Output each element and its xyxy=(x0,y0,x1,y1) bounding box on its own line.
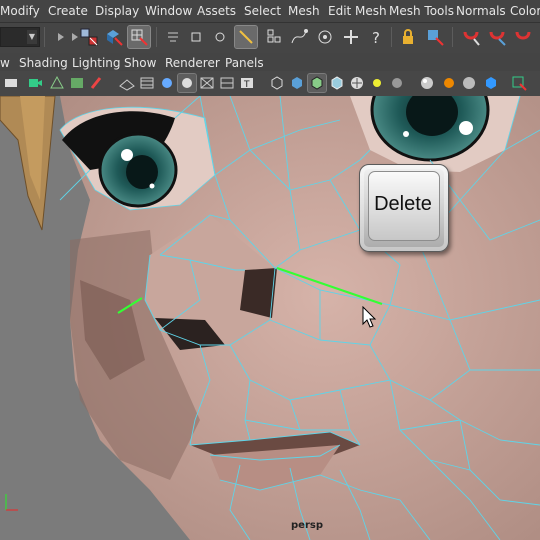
magnet-snap-icon[interactable] xyxy=(512,26,534,48)
mode-dropdown[interactable]: ▼ xyxy=(0,27,40,47)
safe-action-icon[interactable] xyxy=(218,74,236,92)
select-lock-icon[interactable] xyxy=(424,26,446,48)
lock-icon[interactable] xyxy=(397,26,419,48)
mouse-cursor-icon xyxy=(362,306,377,328)
menu-display[interactable]: Display xyxy=(95,4,139,18)
grid-icon[interactable] xyxy=(118,74,136,92)
square-icon[interactable] xyxy=(185,26,207,48)
xray-icon[interactable] xyxy=(418,74,436,92)
select-by-object-type-icon[interactable] xyxy=(103,26,125,48)
snap-to-curve-icon[interactable] xyxy=(288,26,310,48)
separator xyxy=(44,27,45,47)
panel-toolbar: T xyxy=(0,71,540,97)
face-select-icon[interactable] xyxy=(262,26,284,48)
face-mesh[interactable] xyxy=(0,96,540,540)
circle-icon[interactable] xyxy=(209,26,231,48)
camera-label: persp xyxy=(291,520,323,531)
edge-select-icon[interactable] xyxy=(234,25,258,49)
field-chart-icon[interactable] xyxy=(198,74,216,92)
menu-window[interactable]: Window xyxy=(145,4,192,18)
panel-menu-lighting[interactable]: Lighting xyxy=(72,56,121,70)
separator xyxy=(391,27,392,47)
panel-menubar: w Shading Lighting Show Renderer Panels xyxy=(0,53,540,71)
axis-gizmo xyxy=(5,494,18,511)
perspective-viewport[interactable]: persp Delete xyxy=(0,96,540,540)
xray-components-icon[interactable] xyxy=(460,74,478,92)
smooth-shade-icon[interactable] xyxy=(288,74,306,92)
film-gate-icon[interactable] xyxy=(138,74,156,92)
delete-key-overlay: Delete xyxy=(359,164,449,252)
menu-color[interactable]: Color xyxy=(510,4,540,18)
menu-create[interactable]: Create xyxy=(48,4,88,18)
magnet-snap-icon[interactable] xyxy=(460,26,482,48)
menu-edit-mesh[interactable]: Edit Mesh xyxy=(328,4,387,18)
chevron-down-icon: ▼ xyxy=(27,30,37,44)
resolution-gate-icon[interactable] xyxy=(158,74,176,92)
gate-mask-icon[interactable] xyxy=(177,73,197,93)
use-all-lights-icon[interactable] xyxy=(368,74,386,92)
svg-text:T: T xyxy=(243,80,250,90)
select-camera-icon[interactable] xyxy=(510,74,528,92)
image-plane-icon[interactable] xyxy=(68,74,86,92)
help-icon[interactable]: ? xyxy=(366,26,388,48)
textured-icon[interactable] xyxy=(348,74,366,92)
collapse-arrow-icon[interactable] xyxy=(50,26,64,48)
menu-mesh-tools[interactable]: Mesh Tools xyxy=(389,4,454,18)
panel-menu-renderer[interactable]: Renderer xyxy=(165,56,220,70)
menu-select[interactable]: Select xyxy=(244,4,281,18)
bookmark-icon[interactable] xyxy=(48,74,66,92)
separator xyxy=(156,27,157,47)
select-by-component-type-icon[interactable] xyxy=(127,25,151,49)
select-by-hierarchy-icon[interactable] xyxy=(78,26,100,48)
svg-text:?: ? xyxy=(372,29,380,47)
main-menubar: Modify Create Display Window Assets Sele… xyxy=(0,0,540,22)
shadows-icon[interactable] xyxy=(388,74,406,92)
isolate-select-icon[interactable] xyxy=(482,74,500,92)
wireframe-on-shaded-icon[interactable] xyxy=(307,73,327,93)
snap-to-projected-center-icon[interactable] xyxy=(340,26,362,48)
delete-key-label: Delete xyxy=(374,193,432,215)
filter-icon[interactable] xyxy=(162,26,184,48)
panel-menu-panels[interactable]: Panels xyxy=(225,56,264,70)
wireframe-icon[interactable] xyxy=(268,74,286,92)
snap-to-point-icon[interactable] xyxy=(314,26,336,48)
panel-menu-shading[interactable]: Shading xyxy=(19,56,68,70)
separator xyxy=(452,27,453,47)
panel-menu-view[interactable]: w xyxy=(0,56,10,70)
camera-icon[interactable] xyxy=(2,74,20,92)
menu-modify[interactable]: Modify xyxy=(0,4,40,18)
menu-mesh[interactable]: Mesh xyxy=(288,4,320,18)
collapse-arrow-icon[interactable] xyxy=(64,26,78,48)
safe-title-icon[interactable]: T xyxy=(238,74,256,92)
paint-icon[interactable] xyxy=(88,74,106,92)
xray-joints-icon[interactable] xyxy=(440,74,458,92)
camera-attributes-icon[interactable] xyxy=(26,74,44,92)
menu-assets[interactable]: Assets xyxy=(197,4,236,18)
menu-normals[interactable]: Normals xyxy=(456,4,506,18)
status-line: ▼ ? xyxy=(0,22,540,54)
magnet-snap-icon[interactable] xyxy=(486,26,508,48)
panel-menu-show[interactable]: Show xyxy=(124,56,156,70)
default-material-icon[interactable] xyxy=(328,74,346,92)
